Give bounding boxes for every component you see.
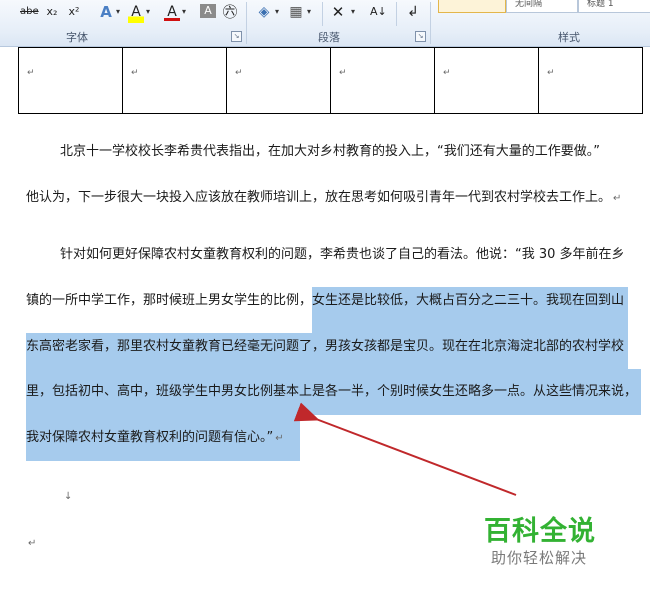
watermark-subtitle: 助你轻松解决 <box>491 549 588 567</box>
text-effects-icon[interactable]: A <box>98 1 114 23</box>
group-label-styles: 样式 <box>558 31 580 44</box>
paragraph-1-line-2: 他认为，下一步很大一块投入应该放在教师培训上，放在思考如何吸引青年一代到农村学校… <box>26 184 621 212</box>
table-cell[interactable]: ↵ <box>18 47 123 114</box>
text-run: 我对保障农村女童教育权利的问题有信心。” <box>26 430 274 445</box>
paragraph-mark: ↵ <box>275 433 284 444</box>
ribbon: abe x₂ x² A ▾ A ▾ A ▾ A ㊅ 字体 ↘ ◈ ▾ ▦ ▾ ✕… <box>0 0 650 47</box>
shading-icon[interactable]: ◈ <box>256 1 272 23</box>
document-page[interactable]: ↵ ↵ ↵ ↵ ↵ ↵ 北京十一学校校长李希贵代表指出，在加大对乡村教育的投入上… <box>0 47 650 600</box>
table-cell[interactable]: ↵ <box>122 47 227 114</box>
paragraph-mark: ↵ <box>613 193 622 204</box>
paragraph-dialog-launcher[interactable]: ↘ <box>415 31 426 42</box>
text-run: 镇的一所中学工作，那时候班上男女学生的比例， <box>26 293 313 308</box>
table-cell[interactable]: ↵ <box>226 47 331 114</box>
text-run: 针对如何更好保障农村女童教育权利的问题，李希贵也谈了自己的看法。他说：“我 30… <box>60 247 625 262</box>
style-normal[interactable] <box>438 0 506 13</box>
group-label-font: 字体 <box>66 31 88 44</box>
table-cell[interactable]: ↵ <box>434 47 539 114</box>
table-row: ↵ ↵ ↵ ↵ ↵ ↵ <box>18 47 643 114</box>
asian-layout-icon[interactable]: ✕ <box>330 1 346 23</box>
shading-dropdown[interactable]: ▾ <box>275 1 279 23</box>
asian-layout-dropdown[interactable]: ▾ <box>351 1 355 23</box>
subscript-button[interactable]: x₂ <box>44 1 60 23</box>
document-table: ↵ ↵ ↵ ↵ ↵ ↵ <box>18 47 643 114</box>
group-label-paragraph: 段落 <box>318 31 340 44</box>
paragraph-2-line-2: 镇的一所中学工作，那时候班上男女学生的比例，女生还是比较低，大概占百分之二三十。… <box>26 287 629 333</box>
strikethrough-button[interactable]: abe <box>20 1 39 23</box>
font-dialog-launcher[interactable]: ↘ <box>231 31 242 42</box>
group-separator <box>246 2 247 44</box>
highlight-color-icon[interactable]: A <box>128 1 144 23</box>
text-run: 北京十一学校校长李希贵代表指出，在加大对乡村教育的投入上，“我们还有大量的工作要… <box>60 144 600 159</box>
selected-text[interactable]: 女生还是比较低，大概占百分之二三十。我现在回到山 <box>312 287 629 333</box>
font-color-dropdown[interactable]: ▾ <box>182 1 186 23</box>
table-cell[interactable]: ↵ <box>538 47 643 114</box>
empty-paragraph-mark: ↵ <box>28 538 37 549</box>
watermark-title: 百科全说 <box>484 516 596 547</box>
borders-dropdown[interactable]: ▾ <box>307 1 311 23</box>
paragraph-2-line-4-selected[interactable]: 里，包括初中、高中，班级学生中男女比例基本上是各一半，个别时候女生还略多一点。从… <box>26 369 642 415</box>
group-separator <box>430 2 431 44</box>
separator <box>322 2 323 26</box>
table-cell[interactable]: ↵ <box>330 47 435 114</box>
manual-line-break-mark: ↓ <box>64 491 73 502</box>
highlight-color-dropdown[interactable]: ▾ <box>146 1 150 23</box>
separator <box>396 2 397 26</box>
paragraph-2-line-5-selected[interactable]: 我对保障农村女童教育权利的问题有信心。” ↵ <box>26 415 300 461</box>
enclose-char-icon[interactable]: ㊅ <box>222 1 238 23</box>
sort-icon[interactable]: A↓ <box>370 1 387 23</box>
text-effects-dropdown[interactable]: ▾ <box>116 1 120 23</box>
text-run: 他认为，下一步很大一块投入应该放在教师培训上，放在思考如何吸引青年一代到农村学校… <box>26 190 612 205</box>
font-color-icon[interactable]: A <box>164 1 180 21</box>
show-marks-icon[interactable]: ↲ <box>405 1 421 23</box>
superscript-button[interactable]: x² <box>66 1 82 23</box>
style-no-spacing[interactable]: 无间隔 <box>506 0 578 13</box>
paragraph-2-line-1: 针对如何更好保障农村女童教育权利的问题，李希贵也谈了自己的看法。他说：“我 30… <box>60 241 625 269</box>
paragraph-1-line-1: 北京十一学校校长李希贵代表指出，在加大对乡村教育的投入上，“我们还有大量的工作要… <box>60 138 600 166</box>
borders-icon[interactable]: ▦ <box>288 1 304 23</box>
text-run: 里，包括初中、高中，班级学生中男女比例基本上是各一半，个别时候女生还略多一点。从… <box>26 384 638 399</box>
text-run: 东高密老家看，那里农村女童教育已经毫无问题了，男孩女孩都是宝贝。现在在北京海淀北… <box>26 339 625 354</box>
char-shading-icon[interactable]: A <box>200 4 216 18</box>
style-heading-1[interactable]: 标题 1 <box>578 0 650 13</box>
